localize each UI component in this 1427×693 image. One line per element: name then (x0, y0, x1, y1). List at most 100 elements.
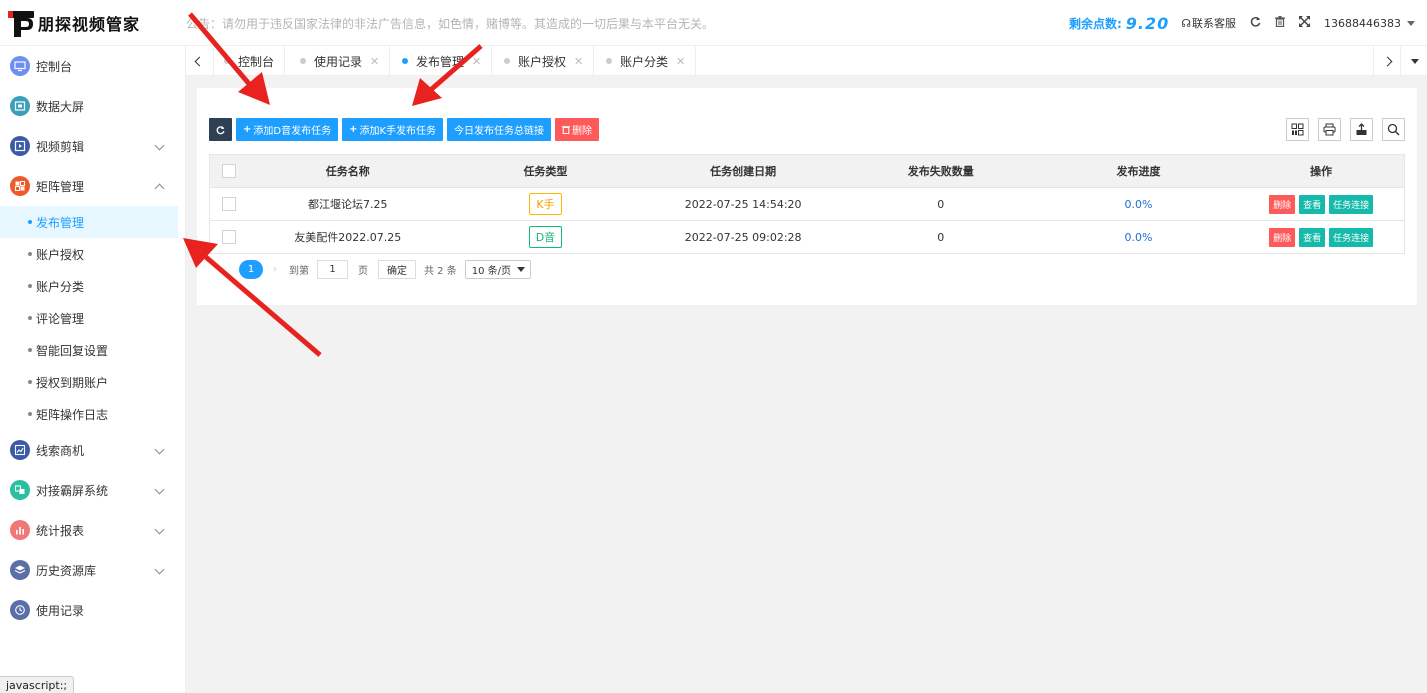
add-k-task-button[interactable]: + 添加K手发布任务 (342, 118, 444, 141)
video-edit-icon (10, 136, 30, 156)
connect-icon (10, 480, 30, 500)
today-links-button[interactable]: 今日发布任务总链接 (447, 118, 552, 141)
refresh-button[interactable] (209, 118, 232, 141)
row-delete-button[interactable]: 删除 (1269, 194, 1296, 214)
sidebar-subitem-comments[interactable]: 评论管理 (0, 302, 185, 334)
page-unit: 页 (358, 266, 368, 277)
close-icon[interactable]: ✕ (574, 55, 583, 68)
sidebar-subitem-label: 账户分类 (36, 279, 85, 294)
tab-label: 账户分类 (620, 54, 669, 69)
tab-usage-log[interactable]: 使用记录 ✕ (290, 46, 391, 76)
sidebar-item-matrix[interactable]: 矩阵管理 (0, 166, 185, 206)
trash-icon[interactable] (1275, 16, 1286, 30)
task-type-cell: D音 (448, 221, 644, 253)
close-icon[interactable]: ✕ (472, 55, 481, 68)
row-view-button[interactable]: 查看 (1299, 227, 1326, 247)
export-button[interactable] (1350, 118, 1373, 141)
tab-publish[interactable]: 发布管理 ✕ (392, 46, 493, 76)
table-row[interactable]: 都江堰论坛7.25 K手 2022-07-25 14:54:20 0 0.0% … (210, 187, 1404, 220)
tab-bar: 控制台 使用记录 ✕ 发布管理 ✕ 账户授权 ✕ 账户分类 ✕ (186, 46, 1427, 76)
task-date: 2022-07-25 09:02:28 (684, 230, 802, 244)
sidebar-subitem-account-category[interactable]: 账户分类 (0, 270, 185, 302)
plus-icon: + (243, 124, 252, 135)
tab-account-auth[interactable]: 账户授权 ✕ (494, 46, 595, 76)
logo-mark-icon (8, 9, 34, 37)
col-header-date[interactable]: 任务创建日期 (643, 155, 843, 187)
select-all-checkbox[interactable] (221, 164, 236, 178)
sidebar-item-data-screen[interactable]: 数据大屏 (0, 86, 185, 126)
row-checkbox[interactable] (221, 230, 236, 244)
row-task-link-button[interactable]: 任务连接 (1329, 194, 1374, 214)
row-checkbox-cell (210, 221, 248, 253)
page-input[interactable]: 1 (317, 260, 348, 279)
sidebar-subitem-label: 账户授权 (36, 247, 85, 262)
delete-button[interactable]: 删除 (555, 118, 600, 141)
task-name: 都江堰论坛7.25 (308, 198, 388, 211)
row-task-link-button[interactable]: 任务连接 (1329, 227, 1374, 247)
sidebar-item-history[interactable]: 历史资源库 (0, 550, 185, 590)
sidebar-item-connect[interactable]: 对接霸屏系统 (0, 470, 185, 510)
table-row[interactable]: 友美配件2022.07.25 D音 2022-07-25 09:02:28 0 … (210, 220, 1404, 253)
task-type-badge: D音 (528, 226, 563, 248)
sidebar-item-label: 视频剪辑 (36, 139, 85, 154)
row-checkbox-cell (210, 188, 248, 220)
page-size-select[interactable]: 10 条/页 (464, 260, 531, 279)
app-logo[interactable]: 朋探视频管家 (8, 8, 140, 38)
tab-dot-icon (224, 58, 230, 64)
tab-scroll-right-button[interactable] (1373, 46, 1401, 76)
select-all-cell (210, 155, 248, 187)
trash-icon (562, 126, 571, 134)
sidebar-item-usage-log[interactable]: 使用记录 (0, 590, 185, 630)
screen-icon (10, 96, 30, 116)
tab-account-category[interactable]: 账户分类 ✕ (596, 46, 697, 76)
add-d-task-button[interactable]: + 添加D音发布任务 (236, 118, 339, 141)
task-progress: 0.0% (1124, 197, 1153, 211)
col-header-name[interactable]: 任务名称 (248, 155, 448, 187)
printer-icon (1323, 123, 1336, 136)
announcement-text: 公告：请勿用于违反国家法律的非法广告信息，如色情，赌博等。其造成的一切后果与本平… (186, 17, 715, 31)
row-view-button[interactable]: 查看 (1299, 194, 1326, 214)
chevron-down-icon (516, 267, 525, 272)
columns-filter-button[interactable] (1286, 118, 1309, 141)
close-icon[interactable]: ✕ (370, 55, 379, 68)
col-header-fail[interactable]: 发布失败数量 (843, 155, 1039, 187)
bullet-icon (28, 380, 32, 384)
sidebar-subitem-publish[interactable]: 发布管理 (0, 206, 178, 238)
row-delete-button[interactable]: 删除 (1269, 227, 1296, 247)
task-fail-count: 0 (937, 197, 945, 211)
refresh-icon[interactable] (1250, 16, 1261, 30)
task-progress: 0.0% (1124, 230, 1153, 244)
chevron-down-icon (154, 524, 165, 535)
sidebar-subitem-label: 发布管理 (36, 215, 85, 230)
user-menu[interactable]: 13688446383 (1324, 17, 1415, 30)
print-button[interactable] (1318, 118, 1341, 141)
tab-scroll-left-button[interactable] (186, 46, 214, 76)
header-right: 剩余点数: 9.20 ☊ 联系客服 13688446383 (1069, 12, 1415, 34)
col-header-type[interactable]: 任务类型 (448, 155, 644, 187)
sidebar-item-label: 统计报表 (36, 523, 85, 538)
page-current[interactable]: 1 (239, 260, 263, 279)
sidebar-item-video-edit[interactable]: 视频剪辑 (0, 126, 185, 166)
sidebar-subitem-smart-reply[interactable]: 智能回复设置 (0, 334, 185, 366)
chevron-left-icon (194, 56, 205, 66)
search-button[interactable] (1382, 118, 1405, 141)
tab-menu-button[interactable] (1401, 46, 1427, 76)
points-value: 9.20 (1125, 13, 1170, 33)
sidebar-subitem-account-auth[interactable]: 账户授权 (0, 238, 185, 270)
sidebar-subitem-expired-accounts[interactable]: 授权到期账户 (0, 366, 185, 398)
tab-console[interactable]: 控制台 (214, 46, 286, 76)
chart-icon (10, 440, 30, 460)
sidebar-item-console[interactable]: 控制台 (0, 46, 185, 86)
contact-support-link[interactable]: ☊ 联系客服 (1181, 15, 1236, 31)
next-page-icon[interactable]: › (273, 264, 277, 275)
fullscreen-icon[interactable] (1299, 16, 1311, 30)
sidebar-item-leads[interactable]: 线索商机 (0, 430, 185, 470)
chevron-down-icon (154, 484, 165, 495)
page-confirm-button[interactable]: 确定 (378, 260, 416, 279)
close-icon[interactable]: ✕ (676, 55, 685, 68)
col-header-progress[interactable]: 发布进度 (1039, 155, 1239, 187)
sidebar-item-stats[interactable]: 统计报表 (0, 510, 185, 550)
sidebar-subitem-matrix-log[interactable]: 矩阵操作日志 (0, 398, 185, 430)
tab-dot-icon (504, 58, 510, 64)
row-checkbox[interactable] (221, 197, 236, 211)
